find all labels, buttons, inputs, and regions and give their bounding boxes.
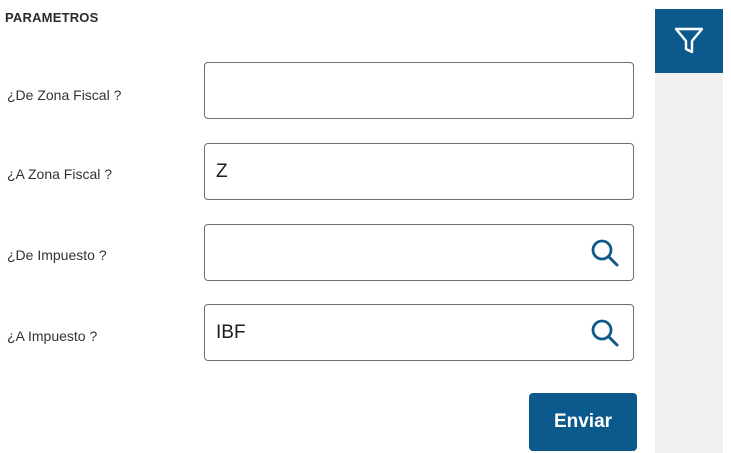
send-button[interactable]: Enviar <box>529 393 637 451</box>
de-zona-fiscal-field[interactable] <box>204 62 634 119</box>
a-impuesto-search-button[interactable] <box>590 318 620 348</box>
filter-button[interactable] <box>655 9 723 73</box>
de-impuesto-search-button[interactable] <box>590 238 620 268</box>
de-zona-fiscal-label: ¿De Zona Fiscal ? <box>7 87 122 103</box>
side-panel <box>655 9 723 453</box>
a-zona-fiscal-input[interactable] <box>216 144 576 199</box>
a-zona-fiscal-label: ¿A Zona Fiscal ? <box>7 166 113 182</box>
de-impuesto-input[interactable] <box>216 225 576 280</box>
a-impuesto-input[interactable] <box>216 305 576 360</box>
a-impuesto-field[interactable] <box>204 304 634 361</box>
parameters-page: PARAMETROS ¿De Zona Fiscal ? ¿A Zona Fis… <box>0 0 731 453</box>
section-title: PARAMETROS <box>5 10 99 25</box>
search-icon <box>591 319 619 347</box>
a-impuesto-label: ¿A Impuesto ? <box>7 328 98 344</box>
search-icon <box>591 239 619 267</box>
de-zona-fiscal-input[interactable] <box>216 63 576 118</box>
de-impuesto-field[interactable] <box>204 224 634 281</box>
filter-icon <box>674 27 704 54</box>
a-zona-fiscal-field[interactable] <box>204 143 634 200</box>
de-impuesto-label: ¿De Impuesto ? <box>7 247 107 263</box>
